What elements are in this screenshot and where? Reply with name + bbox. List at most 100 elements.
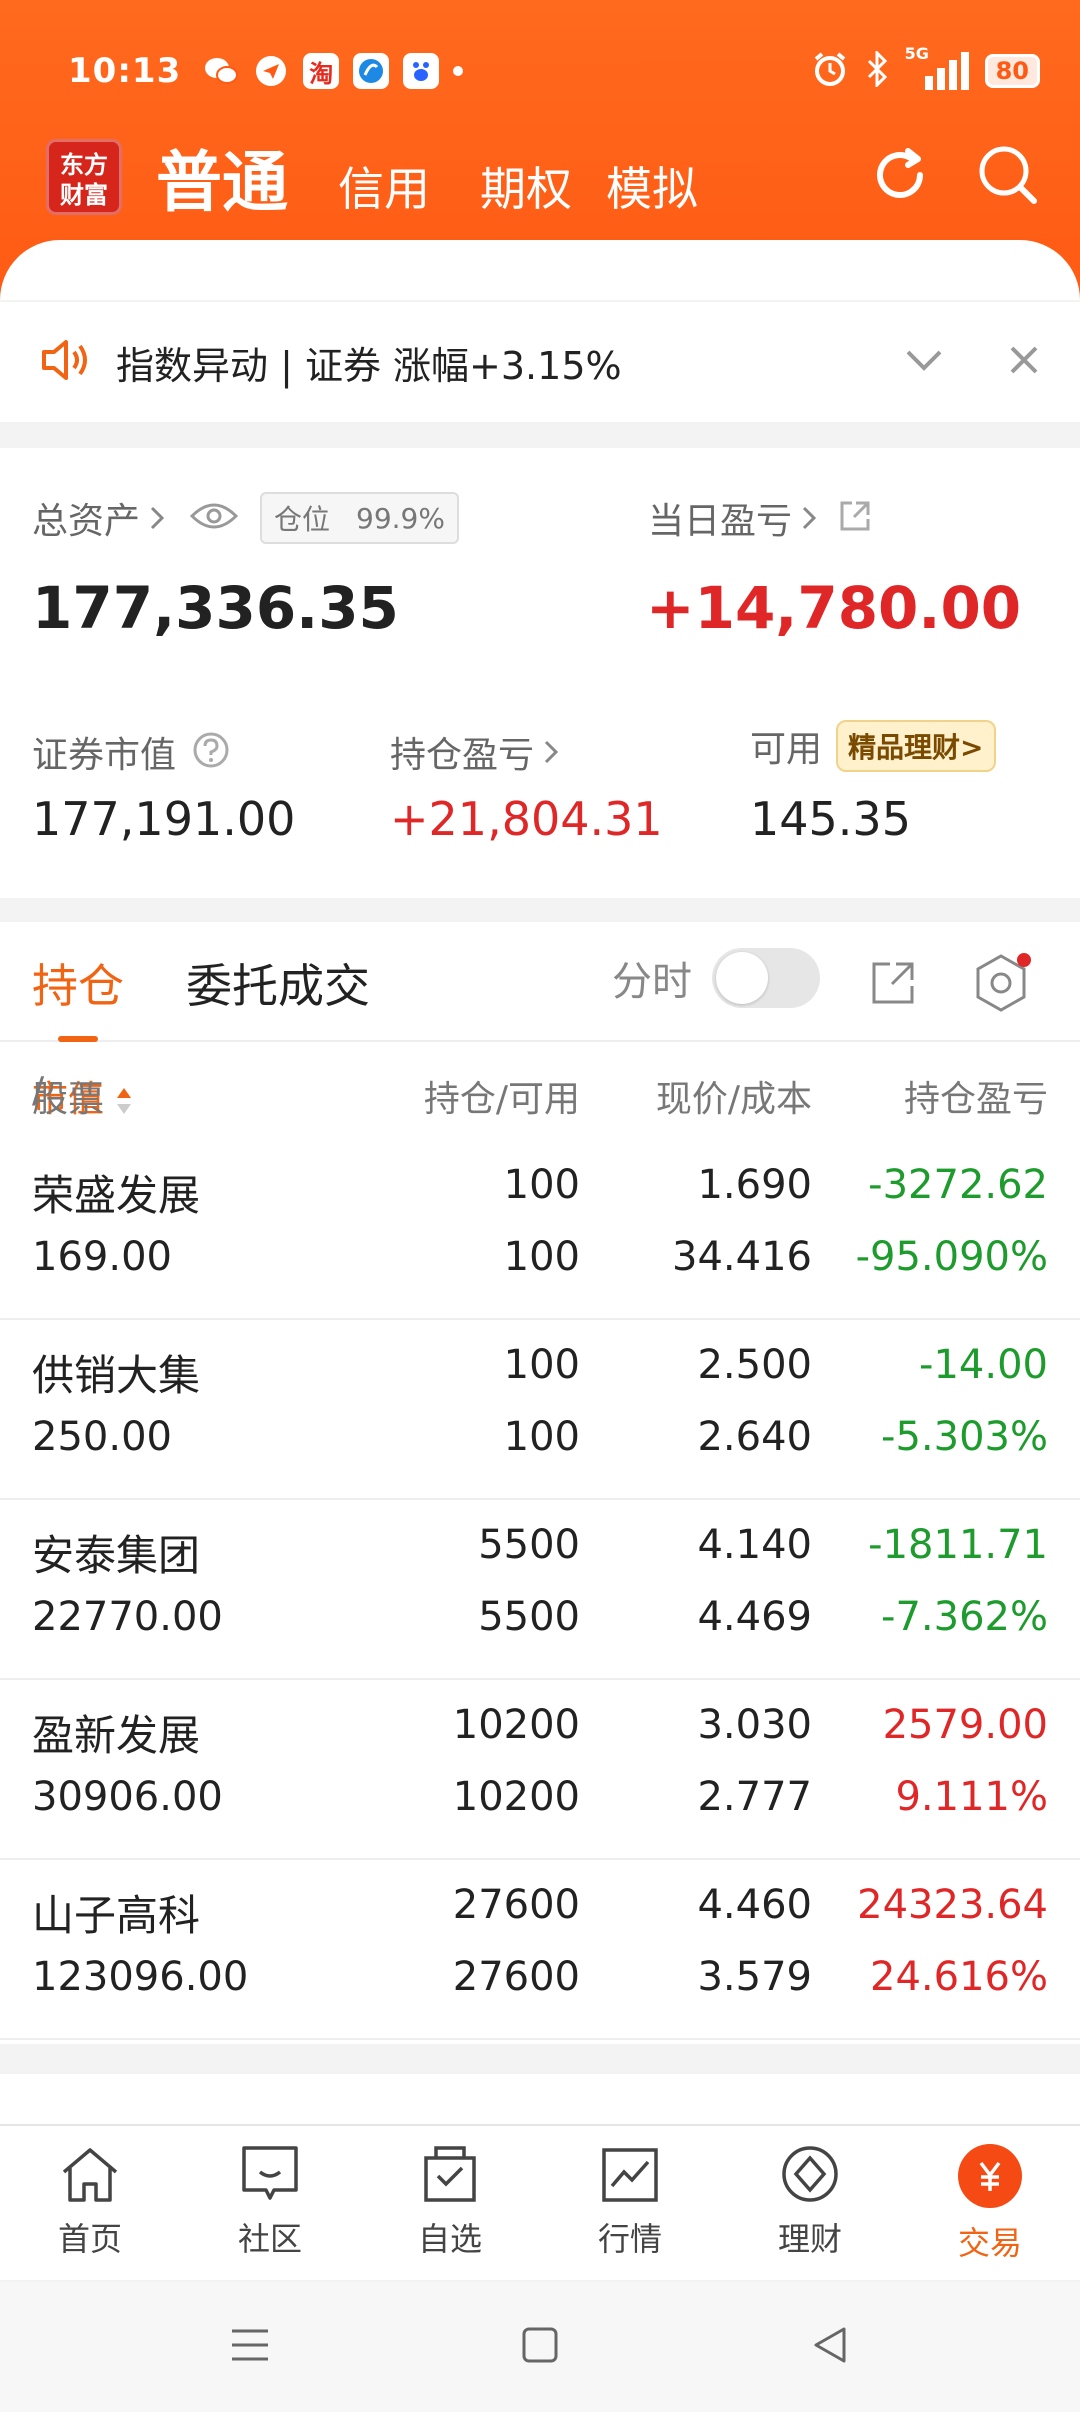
nav-wealth[interactable]: 理财 (720, 2126, 900, 2280)
share-external-icon[interactable] (838, 499, 872, 537)
tab-options[interactable]: 期权 (480, 153, 572, 219)
tab-simulation[interactable]: 模拟 (606, 153, 698, 219)
app-header: 10:13 淘 5G 80 东方 财富 普通 信用 期权 模拟 (0, 0, 1080, 300)
back-triangle-icon[interactable] (810, 2325, 850, 2369)
table-row[interactable]: 山子高科 123096.00 27600 27600 4.460 3.579 24323.6… (0, 1860, 1080, 2040)
holding-pl: 2579.00 (882, 1702, 1048, 1748)
stock-name: 荣盛发展 (32, 1171, 201, 1220)
daily-pl-label[interactable]: 当日盈亏 (648, 492, 820, 544)
holding-qty: 100 (503, 1342, 580, 1388)
stock-name: 安泰集团 (32, 1531, 201, 1580)
menu-icon[interactable] (230, 2327, 270, 2367)
send-plane-icon (253, 53, 289, 89)
stock-name: 山子高科 (32, 1891, 201, 1940)
eye-icon[interactable] (189, 500, 239, 536)
chat-icon (242, 2146, 298, 2200)
stock-market-value: 250.00 (32, 1414, 172, 1460)
chevron-down-icon[interactable] (904, 348, 944, 376)
market-value: 177,191.00 (32, 792, 296, 846)
wechat-icon (203, 53, 239, 89)
holdings-column-headers: 股票 / 市值 持仓/可用 现价/成本 持仓盈亏 (0, 1070, 1080, 1130)
network-type: 5G (904, 44, 929, 63)
holding-pl-percent: 24.616% (870, 1954, 1048, 2000)
tab-normal[interactable]: 普通 (156, 129, 288, 225)
settings-gear-icon[interactable] (970, 952, 1032, 1018)
table-row[interactable]: 供销大集 250.00 100 100 2.500 2.640 -14.00 -5.303% (0, 1320, 1080, 1500)
tab-positions[interactable]: 持仓 (32, 950, 124, 1016)
search-icon[interactable] (976, 143, 1040, 211)
nav-watchlist[interactable]: 自选 (360, 2126, 540, 2280)
eastmoney-logo: 东方 财富 (46, 139, 122, 215)
pl-header: 持仓盈亏 (903, 1079, 1048, 1120)
total-assets-label[interactable]: 总资产 (32, 492, 168, 544)
help-icon[interactable] (192, 731, 230, 773)
nav-home[interactable]: 首页 (0, 2126, 180, 2280)
status-bar: 10:13 淘 5G 80 (68, 44, 1040, 94)
bluetooth-icon (865, 49, 889, 91)
stock-market-value: 30906.00 (32, 1774, 223, 1820)
chevron-right-icon (544, 740, 559, 764)
battery-icon: 80 (984, 54, 1040, 88)
baidu-icon (403, 53, 440, 89)
nav-market[interactable]: 行情 (540, 2126, 720, 2280)
qty-header: 持仓/可用 (423, 1079, 580, 1120)
chevron-right-icon (150, 506, 165, 530)
index-alert-banner[interactable]: 指数异动 | 证券 涨幅+3.15% (0, 302, 1080, 422)
sort-market-value[interactable]: 股票 / 市值 (32, 1070, 133, 1122)
nav-community[interactable]: 社区 (180, 2126, 360, 2280)
trade-yuan-icon (958, 2144, 1022, 2208)
holding-pl: -3272.62 (868, 1162, 1048, 1208)
account-tabs-bar: 东方 财富 普通 信用 期权 模拟 (46, 132, 1040, 222)
daily-pl-value: +14,780.00 (646, 574, 1022, 642)
sort-icon (117, 1088, 132, 1114)
status-right: 5G 80 (811, 44, 1040, 92)
holdings-panel: 持仓 委托成交 分时 股票 / 市值 持仓/可用 现价/成本 持仓盈亏 荣盛发展 16… (0, 922, 1080, 2044)
nav-trade[interactable]: 交易 (900, 2126, 1080, 2280)
tab-orders[interactable]: 委托成交 (186, 950, 370, 1016)
table-row[interactable]: 安泰集团 22770.00 5500 5500 4.140 4.469 -1811.71 -7… (0, 1500, 1080, 1680)
market-chart-icon (602, 2148, 658, 2202)
favorites-icon (424, 2146, 476, 2202)
alarm-icon (811, 50, 849, 92)
close-icon[interactable] (1008, 344, 1040, 380)
cost-price: 2.640 (697, 1414, 812, 1460)
cost-price: 3.579 (697, 1954, 812, 2000)
stock-market-value: 123096.00 (32, 1954, 249, 2000)
home-square-icon[interactable] (520, 2325, 560, 2369)
header-curve (0, 240, 1080, 300)
tab-credit[interactable]: 信用 (338, 153, 430, 219)
intraday-label: 分时 (612, 959, 692, 1005)
share-external-icon[interactable] (868, 958, 918, 1012)
intraday-toggle[interactable] (712, 948, 820, 1008)
current-price: 4.140 (697, 1522, 812, 1568)
available-qty: 5500 (478, 1594, 580, 1640)
holding-qty: 10200 (452, 1702, 580, 1748)
wealth-product-badge[interactable]: 精品理财> (836, 720, 996, 772)
chevron-right-icon (802, 506, 817, 530)
holding-pl-label[interactable]: 持仓盈亏 (390, 726, 562, 778)
available-qty: 100 (503, 1414, 580, 1460)
intraday-toggle-wrap: 分时 (612, 948, 820, 1008)
cost-price: 2.777 (697, 1774, 812, 1820)
table-row[interactable]: 盈新发展 30906.00 10200 10200 3.030 2.777 2579.00 9… (0, 1680, 1080, 1860)
current-price: 4.460 (697, 1882, 812, 1928)
active-tab-indicator (58, 1036, 98, 1042)
asset-summary: 总资产 仓位 99.9% 177,336.35 当日盈亏 +14,780.00 … (0, 448, 1080, 898)
current-price: 2.500 (697, 1342, 812, 1388)
refresh-icon[interactable] (868, 143, 932, 211)
holding-qty: 27600 (452, 1882, 580, 1928)
holding-qty: 100 (503, 1162, 580, 1208)
current-price: 1.690 (697, 1162, 812, 1208)
available-value: 145.35 (750, 792, 911, 846)
holding-pl-percent: -95.090% (855, 1234, 1048, 1280)
taobao-icon: 淘 (303, 53, 340, 89)
stock-name: 盈新发展 (32, 1711, 201, 1760)
holding-pl-percent: -7.362% (881, 1594, 1048, 1640)
table-row[interactable]: 荣盛发展 169.00 100 100 1.690 34.416 -3272.62 -95.0… (0, 1140, 1080, 1320)
notification-dot-icon (453, 66, 464, 76)
status-time: 10:13 (68, 51, 182, 91)
home-icon (62, 2148, 118, 2202)
system-navigation-bar (0, 2282, 1080, 2412)
holding-pl: -14.00 (919, 1342, 1048, 1388)
holding-pl-percent: -5.303% (881, 1414, 1048, 1460)
